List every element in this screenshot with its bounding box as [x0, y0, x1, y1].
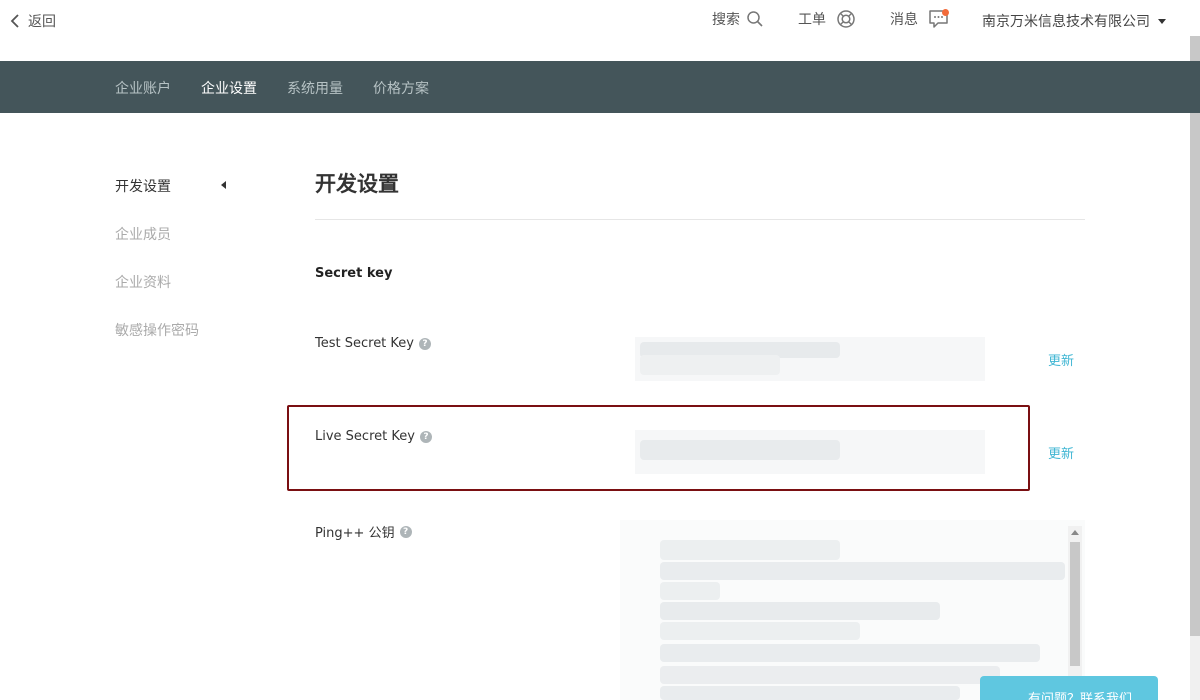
- chevron-left-icon: [10, 14, 19, 28]
- page-scrollbar-thumb[interactable]: [1190, 36, 1200, 636]
- main-nav: 企业账户 企业设置 系统用量 价格方案: [0, 61, 1200, 113]
- redacted-block: [640, 355, 780, 375]
- contact-us-button[interactable]: 有问题？联系我们: [980, 676, 1158, 700]
- test-key-label-row: Test Secret Key ?: [315, 336, 431, 351]
- search-label: 搜索: [712, 12, 740, 28]
- live-key-label: Live Secret Key: [315, 429, 415, 444]
- section-title: Secret key: [315, 266, 393, 281]
- page-title: 开发设置: [315, 172, 399, 196]
- pubkey-scrollbar[interactable]: [1068, 526, 1082, 700]
- tab-pricing-plan[interactable]: 价格方案: [373, 78, 429, 98]
- back-label: 返回: [28, 14, 56, 30]
- pubkey-textarea[interactable]: [620, 520, 1085, 700]
- tab-enterprise-account[interactable]: 企业账户: [115, 78, 171, 98]
- test-key-update-link[interactable]: 更新: [1048, 350, 1074, 369]
- ticket-label: 工单: [798, 12, 826, 28]
- pubkey-label-row: Ping++ 公钥 ?: [315, 522, 412, 541]
- live-key-update-link[interactable]: 更新: [1048, 443, 1074, 462]
- test-key-value: [635, 337, 985, 381]
- redacted-block: [660, 644, 1040, 662]
- active-indicator-icon: [221, 181, 226, 189]
- title-divider: [315, 219, 1085, 220]
- search-icon: [747, 11, 763, 27]
- company-dropdown[interactable]: 南京万米信息技术有限公司: [982, 11, 1166, 31]
- help-icon[interactable]: ?: [399, 525, 412, 538]
- back-button[interactable]: 返回: [10, 11, 56, 31]
- live-key-label-row: Live Secret Key ?: [315, 429, 432, 444]
- redacted-block: [660, 622, 860, 640]
- scroll-up-icon[interactable]: [1071, 530, 1079, 535]
- redacted-block: [660, 582, 720, 600]
- tab-enterprise-settings[interactable]: 企业设置: [201, 78, 257, 98]
- help-icon[interactable]: ?: [419, 430, 432, 443]
- caret-down-icon: [1158, 18, 1166, 24]
- sidebar-item-members[interactable]: 企业成员: [115, 224, 171, 244]
- redacted-block: [660, 562, 1065, 580]
- redacted-block: [660, 540, 840, 560]
- redacted-block: [660, 666, 1000, 684]
- redacted-block: [640, 440, 840, 460]
- sidebar-item-profile[interactable]: 企业资料: [115, 272, 171, 292]
- message-button[interactable]: 消息: [890, 9, 950, 29]
- top-header: 返回 搜索 工单 消息 南京万米信息技术有限公司: [0, 0, 1200, 61]
- tab-system-usage[interactable]: 系统用量: [287, 78, 343, 98]
- pubkey-label: Ping++ 公钥: [315, 526, 395, 541]
- search-button[interactable]: 搜索: [712, 9, 764, 29]
- ticket-button[interactable]: 工单: [798, 9, 856, 29]
- test-key-label: Test Secret Key: [315, 336, 414, 351]
- company-name: 南京万米信息技术有限公司: [982, 14, 1150, 30]
- lifebuoy-icon: [837, 10, 855, 28]
- redacted-block: [660, 602, 940, 620]
- message-label: 消息: [890, 12, 918, 28]
- unread-dot: [942, 9, 949, 16]
- pubkey-scroll-thumb[interactable]: [1070, 542, 1080, 666]
- sidebar-item-sensitive-password[interactable]: 敏感操作密码: [115, 320, 199, 340]
- sidebar-item-dev-settings[interactable]: 开发设置: [115, 176, 171, 196]
- live-key-value: [635, 430, 985, 474]
- redacted-block: [660, 686, 960, 700]
- help-icon[interactable]: ?: [419, 337, 431, 350]
